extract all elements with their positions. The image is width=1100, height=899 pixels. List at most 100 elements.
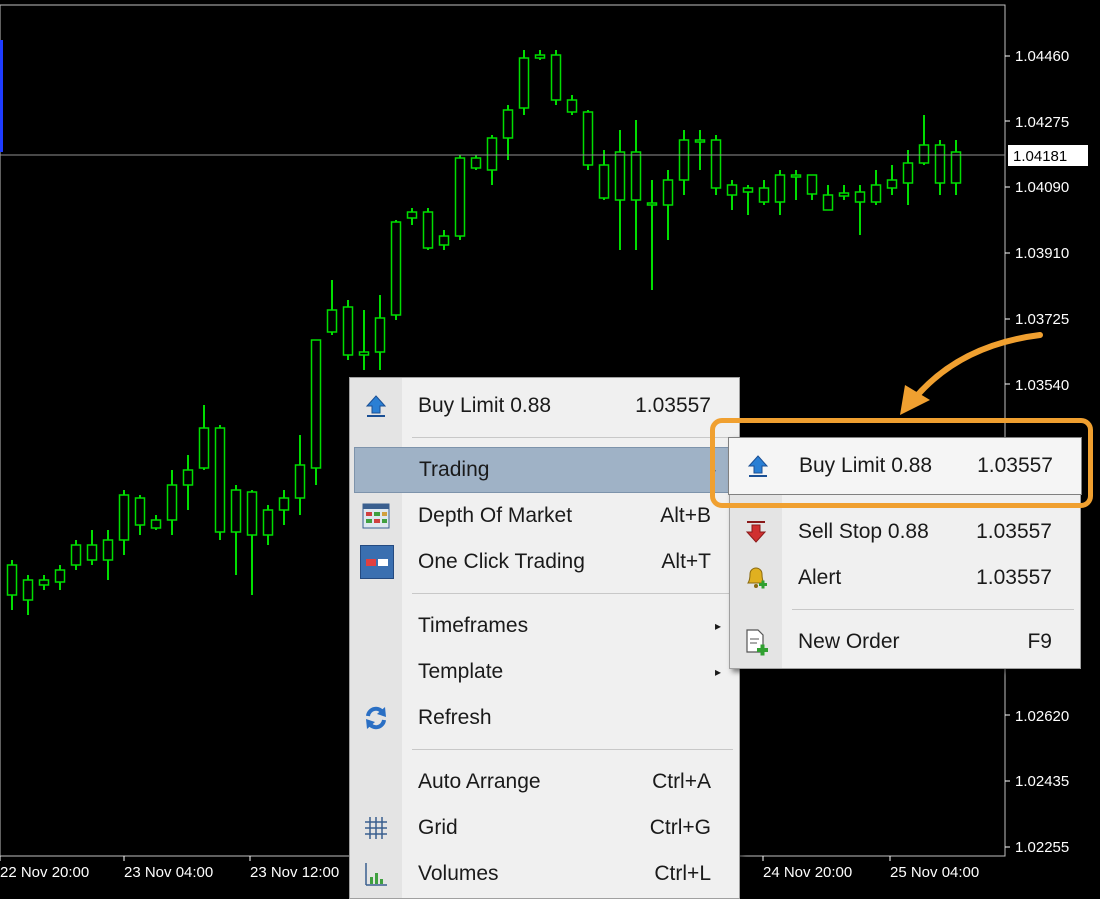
candle-body	[502, 109, 514, 139]
candle-body	[134, 497, 146, 526]
price-label: 1.04275	[1015, 114, 1069, 131]
candle-body	[166, 484, 178, 521]
candle-body	[390, 221, 402, 316]
alert-bell-icon	[740, 562, 772, 594]
menu-item-buy-limit[interactable]: Buy Limit 0.88 1.03557	[350, 384, 739, 428]
sell-stop-icon	[740, 516, 772, 548]
submenu-arrow-icon: ▸	[714, 665, 721, 679]
candle-body	[198, 427, 210, 469]
candle-body	[870, 184, 882, 203]
price-label: 1.03910	[1015, 245, 1069, 262]
candle-body	[726, 184, 738, 196]
menu-item-refresh[interactable]: Refresh	[350, 696, 739, 740]
candle-body	[358, 351, 370, 356]
time-label: 23 Nov 12:00	[250, 864, 339, 881]
candle-body	[934, 144, 946, 184]
candle-body	[486, 137, 498, 171]
candle-body	[214, 427, 226, 533]
candle-body	[518, 57, 530, 109]
candle-body	[550, 54, 562, 101]
time-label: 23 Nov 04:00	[124, 864, 213, 881]
time-label: 25 Nov 04:00	[890, 864, 979, 881]
candle-body	[406, 211, 418, 219]
submenu-item-sell-stop[interactable]: Sell Stop 0.88 1.03557	[730, 510, 1080, 554]
candle-body	[678, 139, 690, 181]
candle-body	[102, 539, 114, 561]
candle-body	[262, 509, 274, 536]
candle-body	[854, 191, 866, 203]
candle-body	[182, 469, 194, 486]
depth-of-market-icon	[360, 500, 392, 532]
candle-body	[54, 569, 66, 583]
menu-item-depth-of-market[interactable]: Depth Of Market Alt+B	[350, 494, 739, 538]
candle-body	[38, 579, 50, 586]
price-label: 1.03725	[1015, 311, 1069, 328]
buy-limit-icon	[360, 390, 392, 422]
candle-body	[150, 519, 162, 529]
candle-body	[646, 202, 658, 206]
highlight-callout	[710, 418, 1093, 508]
one-click-trading-icon	[360, 545, 394, 579]
candle-body	[838, 192, 850, 197]
candle-body	[758, 187, 770, 203]
chart-context-menu: Buy Limit 0.88 1.03557 Trading ▸ Depth O…	[349, 377, 740, 899]
candle-body	[918, 144, 930, 164]
refresh-icon	[360, 702, 392, 734]
candle-body	[566, 99, 578, 113]
price-label: 1.04090	[1015, 179, 1069, 196]
menu-item-volumes[interactable]: Volumes Ctrl+L	[350, 852, 739, 896]
submenu-item-new-order[interactable]: New Order F9	[730, 620, 1080, 664]
candle-body	[534, 54, 546, 59]
submenu-arrow-icon: ▸	[714, 619, 721, 633]
menu-item-trading[interactable]: Trading ▸	[354, 447, 735, 493]
candle-body	[70, 544, 82, 566]
candle-body	[598, 164, 610, 199]
candle-body	[886, 179, 898, 189]
candle-body	[6, 564, 18, 596]
candle-body	[22, 579, 34, 601]
menu-item-one-click-trading[interactable]: One Click Trading Alt+T	[350, 540, 739, 584]
candle-body	[326, 309, 338, 333]
candle-body	[118, 494, 130, 541]
menu-separator	[792, 609, 1074, 610]
menu-item-timeframes[interactable]: Timeframes ▸	[350, 604, 739, 648]
candle-body	[278, 497, 290, 511]
candle-body	[902, 162, 914, 184]
menu-item-auto-arrange[interactable]: Auto Arrange Ctrl+A	[350, 760, 739, 804]
price-label: 1.02620	[1015, 708, 1069, 725]
candle-body	[230, 489, 242, 533]
menu-item-template[interactable]: Template ▸	[350, 650, 739, 694]
candle-body	[582, 111, 594, 166]
candle-body	[822, 194, 834, 211]
new-order-icon	[740, 626, 772, 658]
candle-body	[742, 187, 754, 193]
time-label: 24 Nov 20:00	[763, 864, 852, 881]
current-price-label: 1.04181	[1013, 148, 1067, 165]
candle-body	[342, 306, 354, 356]
time-label: 22 Nov 20:00	[0, 864, 89, 881]
candle-body	[662, 179, 674, 206]
menu-item-grid[interactable]: Grid Ctrl+G	[350, 806, 739, 850]
menu-separator	[412, 437, 733, 438]
candle-body	[950, 151, 962, 184]
price-label: 1.02435	[1015, 773, 1069, 790]
price-label: 1.03540	[1015, 377, 1069, 394]
candle-body	[790, 174, 802, 178]
candle-body	[614, 151, 626, 201]
candle-body	[694, 139, 706, 143]
candle-body	[454, 157, 466, 237]
candle-body	[422, 211, 434, 249]
chart-scroll-marker	[0, 40, 3, 152]
grid-icon	[360, 812, 392, 844]
menu-separator	[412, 749, 733, 750]
candle-body	[710, 139, 722, 189]
candle-body	[86, 544, 98, 561]
candle-body	[374, 317, 386, 353]
candle-body	[630, 151, 642, 201]
candle-body	[470, 157, 482, 169]
volumes-icon	[360, 858, 392, 890]
candle-body	[774, 174, 786, 203]
candle-body	[438, 235, 450, 246]
submenu-item-alert[interactable]: Alert 1.03557	[730, 556, 1080, 600]
candle-body	[806, 174, 818, 195]
